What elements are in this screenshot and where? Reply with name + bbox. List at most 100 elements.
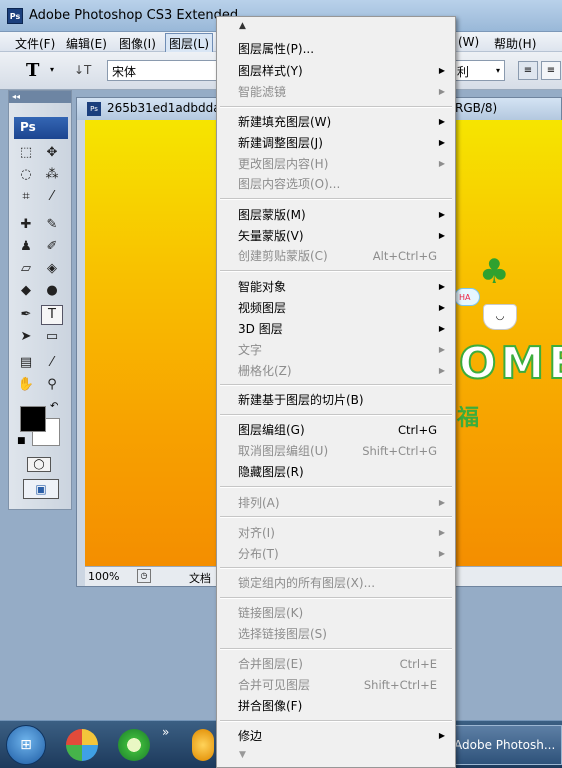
eyedropper-tool-icon[interactable]: ⁄ xyxy=(41,187,63,207)
eyedropper-sample-icon[interactable]: ⁄ xyxy=(41,353,63,373)
menu-item-select-linked-layers[interactable]: 选择链接图层(S) xyxy=(218,624,454,644)
menu-image[interactable]: 图像(I) xyxy=(116,34,159,53)
menu-item-layer-properties[interactable]: 图层属性(P)... xyxy=(218,39,454,59)
app-icon[interactable] xyxy=(192,729,214,761)
menu-item-label: 取消图层编组(U) xyxy=(238,444,329,458)
marquee-tool-icon[interactable]: ⬚ xyxy=(15,143,37,163)
shape-tool-icon[interactable]: ▭ xyxy=(41,327,63,347)
menu-item-label: 拼合图像(F) xyxy=(238,699,303,713)
default-colors-icon[interactable]: ■ xyxy=(17,436,26,446)
navigator-icon[interactable]: ◷ xyxy=(137,569,151,583)
dodge-tool-icon[interactable]: ● xyxy=(41,281,63,301)
menu-item-vector-mask[interactable]: 矢量蒙版(V) ▶ xyxy=(218,226,454,246)
menu-item-video-layers[interactable]: 视频图层 ▶ xyxy=(218,298,454,318)
toolbox-grip[interactable]: ◂◂ xyxy=(9,91,71,103)
eraser-tool-icon[interactable]: ▱ xyxy=(15,259,37,279)
menu-separator xyxy=(220,414,452,416)
menu-item-new-layer-based-slice[interactable]: 新建基于图层的切片(B) xyxy=(218,390,454,410)
menu-item-smart-objects[interactable]: 智能对象 ▶ xyxy=(218,277,454,297)
text-orientation-icon[interactable]: ↓T xyxy=(74,63,91,77)
screen-mode-icon[interactable]: ▣ xyxy=(23,479,59,499)
submenu-arrow-icon: ▶ xyxy=(438,117,445,126)
browser-icon[interactable] xyxy=(118,729,150,761)
taskbar-photoshop[interactable]: Adobe Photosh... xyxy=(445,725,562,765)
history-brush-icon[interactable]: ✐ xyxy=(41,237,63,257)
menu-separator xyxy=(220,720,452,722)
menu-item-label: 视频图层 xyxy=(238,301,287,315)
scroll-up-icon[interactable]: ▲ xyxy=(239,21,246,31)
menu-item-type[interactable]: 文字 ▶ xyxy=(218,340,454,360)
menu-item-label: 修边 xyxy=(238,729,263,743)
lasso-tool-icon[interactable]: ◌ xyxy=(15,165,37,185)
notes-tool-icon[interactable]: ▤ xyxy=(15,353,37,373)
menu-item-link-layers[interactable]: 链接图层(K) xyxy=(218,603,454,623)
clover-icon: ♣ xyxy=(479,252,510,292)
submenu-arrow-icon: ▶ xyxy=(438,159,445,168)
menu-item-merge-layers[interactable]: 合并图层(E) Ctrl+E xyxy=(218,654,454,674)
submenu-arrow-icon: ▶ xyxy=(438,366,445,375)
menu-item-create-clipping-mask[interactable]: 创建剪贴蒙版(C) Alt+Ctrl+G xyxy=(218,246,454,266)
menu-help[interactable]: 帮助(H) xyxy=(491,34,539,53)
align-center-icon[interactable]: ≡ xyxy=(541,61,561,80)
submenu-arrow-icon: ▶ xyxy=(438,282,445,291)
chevron-down-icon[interactable]: ▾ xyxy=(50,65,54,74)
document-mode: RGB/8) xyxy=(455,101,498,115)
type-tool-icon[interactable]: T xyxy=(41,305,63,325)
media-app-icon[interactable] xyxy=(66,729,98,761)
hand-tool-icon[interactable]: ✋ xyxy=(15,375,37,395)
menu-item-new-fill-layer[interactable]: 新建填充图层(W) ▶ xyxy=(218,112,454,132)
menu-item-align[interactable]: 对齐(I) ▶ xyxy=(218,523,454,543)
align-left-icon[interactable]: ≡ xyxy=(518,61,538,80)
menu-item-lock-all-layers-in-group[interactable]: 锁定组内的所有图层(X)... xyxy=(218,573,454,593)
menu-item-label: 智能滤镜 xyxy=(238,85,287,99)
menu-item-layer-mask[interactable]: 图层蒙版(M) ▶ xyxy=(218,205,454,225)
antialias-select[interactable]: 利 ▾ xyxy=(453,60,505,81)
more-icon[interactable]: » xyxy=(162,725,169,739)
path-selection-icon[interactable]: ➤ xyxy=(15,327,37,347)
pen-tool-icon[interactable]: ✒ xyxy=(15,305,37,325)
menu-item-flatten-image[interactable]: 拼合图像(F) xyxy=(218,696,454,716)
scroll-down-icon[interactable]: ▼ xyxy=(239,750,246,760)
menu-item-rasterize[interactable]: 栅格化(Z) ▶ xyxy=(218,361,454,381)
doc-info[interactable]: 文档 xyxy=(189,570,211,586)
menu-edit[interactable]: 编辑(E) xyxy=(63,34,110,53)
menu-item-ungroup-layers[interactable]: 取消图层编组(U) Shift+Ctrl+G xyxy=(218,441,454,461)
menu-item-smart-filter[interactable]: 智能滤镜 ▶ xyxy=(218,82,454,102)
menu-item-change-layer-content[interactable]: 更改图层内容(H) ▶ xyxy=(218,154,454,174)
menu-item-label: 3D 图层 xyxy=(238,322,283,336)
menu-separator xyxy=(220,106,452,108)
paint-bucket-icon[interactable]: ◈ xyxy=(41,259,63,279)
crop-tool-icon[interactable]: ⌗ xyxy=(15,187,37,207)
zoom-level[interactable]: 100% xyxy=(88,570,126,583)
menu-item-group-layers[interactable]: 图层编组(G) Ctrl+G xyxy=(218,420,454,440)
menu-item-layer-style[interactable]: 图层样式(Y) ▶ xyxy=(218,61,454,81)
menu-item-merge-visible[interactable]: 合并可见图层 Shift+Ctrl+E xyxy=(218,675,454,695)
type-tool-preset-icon[interactable]: T xyxy=(26,60,39,81)
menu-file[interactable]: 文件(F) xyxy=(12,34,58,53)
swap-colors-icon[interactable]: ↶ xyxy=(50,401,58,412)
magic-wand-icon[interactable]: ⁂ xyxy=(41,165,63,185)
submenu-arrow-icon: ▶ xyxy=(438,731,445,740)
font-family-select[interactable]: 宋体 xyxy=(107,60,217,81)
foreground-color-swatch[interactable] xyxy=(20,406,46,432)
healing-brush-icon[interactable]: ✚ xyxy=(15,215,37,235)
menu-item-distribute[interactable]: 分布(T) ▶ xyxy=(218,544,454,564)
menu-layer[interactable]: 图层(L) xyxy=(165,33,214,54)
brush-tool-icon[interactable]: ✎ xyxy=(41,215,63,235)
submenu-arrow-icon: ▶ xyxy=(438,498,445,507)
menu-item-layer-content-options[interactable]: 图层内容选项(O)... xyxy=(218,174,454,194)
zoom-tool-icon[interactable]: ⚲ xyxy=(41,375,63,395)
menu-item-new-adjustment-layer[interactable]: 新建调整图层(J) ▶ xyxy=(218,133,454,153)
menu-item-arrange[interactable]: 排列(A) ▶ xyxy=(218,493,454,513)
clone-stamp-icon[interactable]: ♟ xyxy=(15,237,37,257)
menu-item-label: 文字 xyxy=(238,343,263,357)
toolbox-logo[interactable]: Ps xyxy=(14,117,68,139)
menu-item-hide-layers[interactable]: 隐藏图层(R) xyxy=(218,462,454,482)
blur-tool-icon[interactable]: ◆ xyxy=(15,281,37,301)
artwork-text: OME xyxy=(458,337,562,390)
menu-window[interactable]: (W) xyxy=(455,34,482,50)
menu-item-3d-layers[interactable]: 3D 图层 ▶ xyxy=(218,319,454,339)
quick-mask-icon[interactable]: ◯ xyxy=(27,457,51,472)
move-tool-icon[interactable]: ✥ xyxy=(41,143,63,163)
menu-item-matting[interactable]: 修边 ▶ xyxy=(218,726,454,746)
